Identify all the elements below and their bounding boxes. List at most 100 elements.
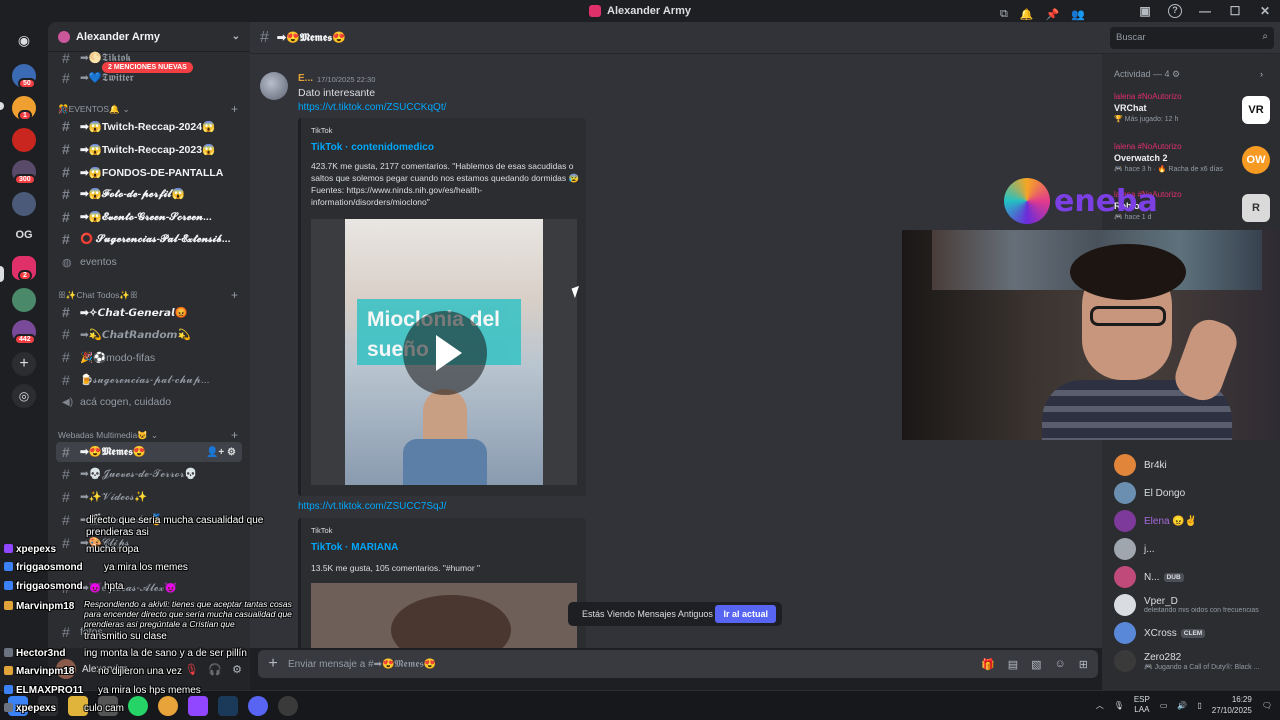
- help-icon[interactable]: ?: [1168, 4, 1182, 18]
- category-eventos[interactable]: 🎊EVENTOS🔔 ⌄ +: [58, 102, 238, 116]
- discover-icon[interactable]: ◎: [12, 384, 36, 408]
- jump-to-present-button[interactable]: Ir al actual: [715, 605, 776, 623]
- avatar[interactable]: [260, 72, 288, 100]
- members-icon[interactable]: 👥: [1071, 8, 1085, 21]
- channel-item[interactable]: # ➡✨𝓥𝓲𝓭𝓮𝓸𝓼✨: [56, 487, 242, 507]
- server-og[interactable]: OG: [12, 229, 36, 241]
- channel-item[interactable]: # ➡💀𝓙𝓾𝓮𝓿𝓮𝓼-𝓭𝓮-𝓣𝓮𝓻𝓻𝓸𝓻💀: [56, 464, 242, 484]
- add-channel-icon[interactable]: +: [231, 428, 238, 442]
- guild-icon: [58, 30, 70, 43]
- channel-item[interactable]: # ➡😱Twitch-Reccap-2023😱: [56, 139, 242, 159]
- apps-icon[interactable]: ⊞: [1079, 658, 1088, 671]
- member-item[interactable]: Vper_D deleitando mis oidos con frecuenci…: [1114, 593, 1274, 617]
- server-icon[interactable]: [12, 128, 36, 152]
- embed-title[interactable]: TikTok · MARIANA: [311, 542, 398, 553]
- channel-item[interactable]: # ➡💫𝘾𝙝𝙖𝙩𝙍𝙖𝙣𝙙𝙤𝙢💫: [56, 324, 242, 344]
- channel-item[interactable]: # ➡😱𝓕𝓸𝓽𝓸-𝓭𝓮-𝓹𝓮𝓻𝓯𝓲𝓵😱: [56, 184, 242, 204]
- microphone-icon[interactable]: 🎙: [1114, 701, 1124, 710]
- chat-line: directo que sería mucha casualidad que: [86, 515, 264, 526]
- pin-icon[interactable]: 📌: [1046, 8, 1060, 21]
- video-thumbnail[interactable]: [311, 583, 577, 648]
- category-multimedia[interactable]: Webadas Multimedia😺 ⌄ +: [58, 428, 238, 442]
- channel-item[interactable]: # ➡😈𝓞𝓹𝓮𝓻𝓪𝓼-𝓐𝓵𝓮𝔁😈: [56, 578, 242, 598]
- hash-icon: #: [62, 444, 70, 460]
- chrome-icon[interactable]: [158, 696, 178, 716]
- play-icon[interactable]: [403, 311, 487, 395]
- activity-header[interactable]: Actividad — 4 ⚙ ›: [1114, 69, 1263, 80]
- minimize-button[interactable]: —: [1190, 4, 1220, 18]
- hash-icon: #: [62, 326, 70, 342]
- chat-line: culo cam: [84, 703, 125, 714]
- search-input[interactable]: Buscar ⌕: [1110, 27, 1274, 49]
- sticker-icon[interactable]: ▧: [1031, 658, 1041, 671]
- channel-item[interactable]: # ⭕ 𝓢𝓾𝓰𝓮𝓻𝓮𝓷𝓬𝓲𝓪𝓼-𝓟𝓪𝓵-𝓔𝔁𝓽𝓮𝓷𝓼𝓲𝓫...: [56, 229, 242, 249]
- selected-pip: [0, 266, 4, 282]
- chat-username: xpepexs: [4, 544, 56, 555]
- gear-icon[interactable]: ⚙: [232, 663, 242, 676]
- channel-item[interactable]: # ➡😱FONDOS-DE-PANTALLA: [56, 162, 242, 182]
- mic-muted-icon[interactable]: 🎙: [184, 663, 198, 676]
- discord-home-icon[interactable]: ◉: [12, 28, 36, 52]
- event-channel-item[interactable]: ◍ eventos: [56, 252, 242, 272]
- threads-icon[interactable]: ⧉: [1000, 8, 1008, 21]
- avatar: [1114, 622, 1136, 644]
- mentions-banner[interactable]: 2 MENCIONES NUEVAS: [102, 62, 193, 73]
- gift-icon[interactable]: 🎁: [981, 658, 995, 671]
- message-link[interactable]: https://vt.tiktok.com/ZSUCC7SqJ/: [298, 501, 446, 512]
- embed-title[interactable]: TikTok · contenidomedico: [311, 142, 434, 153]
- maximize-button[interactable]: ☐: [1220, 4, 1250, 18]
- voice-channel-item[interactable]: ◀) acá cogen, cuidado: [56, 392, 242, 412]
- attach-plus-icon[interactable]: +: [258, 655, 288, 673]
- language-indicator[interactable]: ESP LAA: [1134, 695, 1150, 715]
- server-icon[interactable]: [12, 192, 36, 216]
- server-badge: 442: [14, 334, 36, 345]
- add-server-icon[interactable]: +: [12, 352, 36, 376]
- channel-settings-icon[interactable]: 👤+ ⚙: [206, 447, 242, 458]
- chevron-up-icon[interactable]: ︿: [1096, 700, 1104, 711]
- twitch-icon[interactable]: [188, 696, 208, 716]
- category-chat[interactable]: ꕥ✨Chat Todos✨ꕥ +: [58, 288, 238, 302]
- hash-icon: #: [62, 70, 70, 86]
- channel-item[interactable]: # ➡😱Twitch-Reccap-2024😱: [56, 116, 242, 136]
- app-icon[interactable]: [218, 696, 238, 716]
- chevron-right-icon[interactable]: ›: [1260, 69, 1263, 79]
- clock[interactable]: 16:29 27/10/2025: [1212, 694, 1252, 716]
- server-icon[interactable]: [12, 288, 36, 312]
- volume-icon[interactable]: 🔊: [1177, 701, 1187, 710]
- inbox-icon[interactable]: ▣: [1130, 4, 1160, 18]
- member-item[interactable]: Elena 😠✌: [1114, 509, 1274, 533]
- emoji-icon[interactable]: ☺: [1055, 658, 1066, 671]
- add-channel-icon[interactable]: +: [231, 288, 238, 302]
- member-item[interactable]: N... DUB: [1114, 565, 1274, 589]
- eneba-wordmark: eneba: [1054, 183, 1158, 219]
- message-composer[interactable]: + Enviar mensaje a #➡😍𝕸𝖊𝖒𝖊𝖘😍 🎁 ▤ ▧ ☺ ⊞: [258, 650, 1098, 678]
- channel-item[interactable]: # 🍺𝓼𝓾𝓰𝓮𝓻𝓮𝓷𝓬𝓲𝓪𝓼-𝓹𝓪𝓵-𝓬𝓱𝓾𝓹...: [56, 370, 242, 390]
- channel-item-memes-selected[interactable]: # ➡😍𝕸𝖊𝖒𝖊𝖘😍 👤+ ⚙: [56, 442, 242, 462]
- member-item[interactable]: XCross CLEM: [1114, 621, 1274, 645]
- channel-item[interactable]: # 🎉⚽modo-fifas: [56, 347, 242, 367]
- member-item[interactable]: j...: [1114, 537, 1274, 561]
- channel-item[interactable]: # ➡😱𝓔𝓿𝓮𝓷𝓽𝓸-𝓖𝓻𝓮𝓮𝓷-𝓢𝓬𝓻𝓮𝓮𝓷...: [56, 207, 242, 227]
- unread-pip: [0, 102, 4, 110]
- bell-icon[interactable]: 🔔: [1020, 8, 1034, 21]
- member-item[interactable]: El Dongo: [1114, 481, 1274, 505]
- gif-icon[interactable]: ▤: [1008, 658, 1018, 671]
- video-thumbnail[interactable]: Mioclonia del sueño: [311, 219, 577, 485]
- member-item[interactable]: Zero282 🎮 Jugando a Call of Duty®: Black …: [1114, 649, 1274, 673]
- add-channel-icon[interactable]: +: [231, 102, 238, 116]
- headphones-icon[interactable]: 🎧: [208, 663, 222, 676]
- battery-icon[interactable]: ▯: [1197, 701, 1201, 710]
- message-link[interactable]: https://vt.tiktok.com/ZSUCCKqQt/: [298, 102, 446, 113]
- obs-icon[interactable]: [278, 696, 298, 716]
- notification-icon[interactable]: 🗨: [1262, 701, 1272, 710]
- channel-item[interactable]: # ➡✧𝘾𝙝𝙖𝙩-𝙂𝙚𝙣𝙚𝙧𝙖𝙡😡: [56, 302, 242, 322]
- event-icon: ◍: [62, 256, 72, 269]
- activity-card[interactable]: lalena #NoAutorizo VRChat 🏆 Más jugado: …: [1114, 92, 1272, 136]
- close-button[interactable]: ✕: [1250, 4, 1280, 18]
- whatsapp-icon[interactable]: [128, 696, 148, 716]
- message-author[interactable]: E...: [298, 73, 313, 84]
- channel-item[interactable]: # ➡🎨𝓒𝓵𝓲𝓹𝓼: [56, 533, 242, 553]
- network-icon[interactable]: ▭: [1160, 701, 1168, 710]
- discord-icon[interactable]: [248, 696, 268, 716]
- member-item[interactable]: Br4ki: [1114, 453, 1274, 477]
